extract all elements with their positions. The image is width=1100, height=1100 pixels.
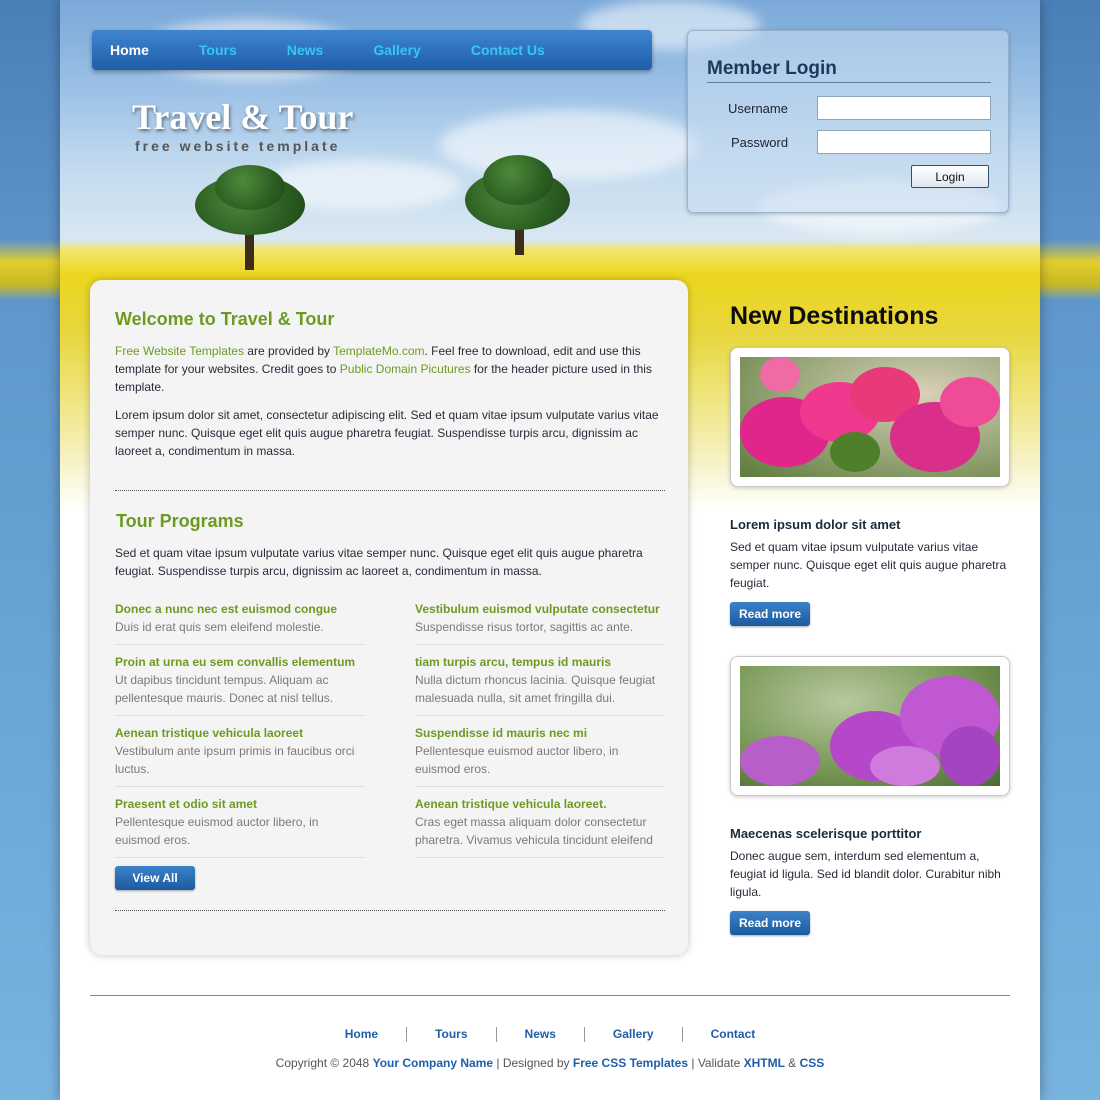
program-title[interactable]: Vestibulum euismod vulputate consectetur xyxy=(415,600,665,618)
destination-title: Maecenas scelerisque porttitor xyxy=(730,826,922,841)
welcome-title: Welcome to Travel & Tour xyxy=(115,309,335,329)
read-more-button[interactable]: Read more xyxy=(730,602,810,626)
destination-text: Sed et quam vitae ipsum vulputate varius… xyxy=(730,540,1007,590)
destination-image-frame[interactable] xyxy=(730,347,1010,487)
destination-image-frame[interactable] xyxy=(730,656,1010,796)
program-item: Donec a nunc nec est euismod congue Duis… xyxy=(115,600,365,645)
password-input[interactable] xyxy=(817,130,991,154)
program-item: Vestibulum euismod vulputate consectetur… xyxy=(415,600,665,645)
footer-nav-home[interactable]: Home xyxy=(317,1027,406,1041)
nav-gallery[interactable]: Gallery xyxy=(373,42,420,58)
nav-news[interactable]: News xyxy=(287,42,324,58)
program-title[interactable]: tiam turpis arcu, tempus id mauris xyxy=(415,653,665,671)
program-title[interactable]: Aenean tristique vehicula laoreet. xyxy=(415,795,665,813)
program-desc: Duis id erat quis sem eleifend molestie. xyxy=(115,620,324,634)
username-label: Username xyxy=(728,101,788,116)
program-desc: Pellentesque euismod auctor libero, in e… xyxy=(115,815,319,847)
nav-contact-us[interactable]: Contact Us xyxy=(471,42,545,58)
tour-programs-intro: Sed et quam vitae ipsum vulputate varius… xyxy=(115,546,643,578)
program-desc: Nulla dictum rhoncus lacinia. Quisque fe… xyxy=(415,673,656,705)
read-more-button[interactable]: Read more xyxy=(730,911,810,935)
main-nav: Home Tours News Gallery Contact Us xyxy=(92,30,652,70)
flowers-image-pink xyxy=(740,357,1000,477)
public-domain-pictures-link[interactable]: Public Domain Picutures xyxy=(340,362,471,376)
login-title: Member Login xyxy=(707,58,991,83)
css-link[interactable]: CSS xyxy=(800,1056,825,1070)
site-title: Travel & Tour xyxy=(132,97,354,137)
program-title[interactable]: Proin at urna eu sem convallis elementum xyxy=(115,653,365,671)
page-background-right xyxy=(1040,0,1100,1100)
program-desc: Vestibulum ante ipsum primis in faucibus… xyxy=(115,744,355,776)
footer-nav-contact[interactable]: Contact xyxy=(683,1027,784,1041)
member-login-panel: Member Login Username Password Login xyxy=(687,30,1009,213)
free-website-templates-link[interactable]: Free Website Templates xyxy=(115,344,244,358)
program-item: Aenean tristique vehicula laoreet Vestib… xyxy=(115,724,365,787)
footer-nav-tours[interactable]: Tours xyxy=(407,1027,495,1041)
footer-nav: Home Tours News Gallery Contact xyxy=(60,1027,1040,1043)
login-button[interactable]: Login xyxy=(911,165,989,188)
templatemo-link[interactable]: TemplateMo.com xyxy=(333,344,424,358)
tour-programs-title: Tour Programs xyxy=(116,511,244,531)
program-item: Praesent et odio sit amet Pellentesque e… xyxy=(115,795,365,858)
password-label: Password xyxy=(731,135,789,150)
program-desc: Suspendisse risus tortor, sagittis ac an… xyxy=(415,620,634,634)
destination-text: Donec augue sem, interdum sed elementum … xyxy=(730,849,1001,899)
flowers-image-purple xyxy=(740,666,1000,786)
page-background-left xyxy=(0,0,60,1100)
site-tagline: free website template xyxy=(135,138,341,154)
welcome-paragraph-1: Free Website Templates are provided by T… xyxy=(115,344,652,394)
tree-left xyxy=(195,165,305,270)
footer-nav-gallery[interactable]: Gallery xyxy=(585,1027,682,1041)
program-title[interactable]: Praesent et odio sit amet xyxy=(115,795,365,813)
main-content-panel: Welcome to Travel & Tour Free Website Te… xyxy=(90,280,688,955)
xhtml-link[interactable]: XHTML xyxy=(744,1056,785,1070)
program-item: Suspendisse id mauris nec mi Pellentesqu… xyxy=(415,724,665,787)
nav-tours[interactable]: Tours xyxy=(199,42,237,58)
program-item: tiam turpis arcu, tempus id mauris Nulla… xyxy=(415,653,665,716)
company-link[interactable]: Your Company Name xyxy=(373,1056,493,1070)
destination-title: Lorem ipsum dolor sit amet xyxy=(730,517,901,532)
page-wrapper: Home Tours News Gallery Contact Us Trave… xyxy=(60,0,1040,1100)
program-item: Aenean tristique vehicula laoreet. Cras … xyxy=(415,795,665,858)
footer-divider xyxy=(90,995,1010,996)
program-title[interactable]: Aenean tristique vehicula laoreet xyxy=(115,724,365,742)
footer-nav-news[interactable]: News xyxy=(497,1027,584,1041)
designer-link[interactable]: Free CSS Templates xyxy=(573,1056,688,1070)
program-desc: Cras eget massa aliquam dolor consectetu… xyxy=(415,815,653,847)
program-item: Proin at urna eu sem convallis elementum… xyxy=(115,653,365,716)
program-desc: Ut dapibus tincidunt tempus. Aliquam ac … xyxy=(115,673,334,705)
welcome-paragraph-2: Lorem ipsum dolor sit amet, consectetur … xyxy=(115,408,659,458)
new-destinations-title: New Destinations xyxy=(730,302,939,330)
nav-home[interactable]: Home xyxy=(110,42,149,58)
view-all-button[interactable]: View All xyxy=(115,866,195,890)
divider xyxy=(115,490,665,491)
program-title[interactable]: Suspendisse id mauris nec mi xyxy=(415,724,665,742)
username-input[interactable] xyxy=(817,96,991,120)
copyright: Copyright © 2048 Your Company Name | Des… xyxy=(275,1056,825,1070)
tree-right xyxy=(465,155,570,255)
program-title[interactable]: Donec a nunc nec est euismod congue xyxy=(115,600,365,618)
program-desc: Pellentesque euismod auctor libero, in e… xyxy=(415,744,619,776)
divider xyxy=(115,910,665,911)
